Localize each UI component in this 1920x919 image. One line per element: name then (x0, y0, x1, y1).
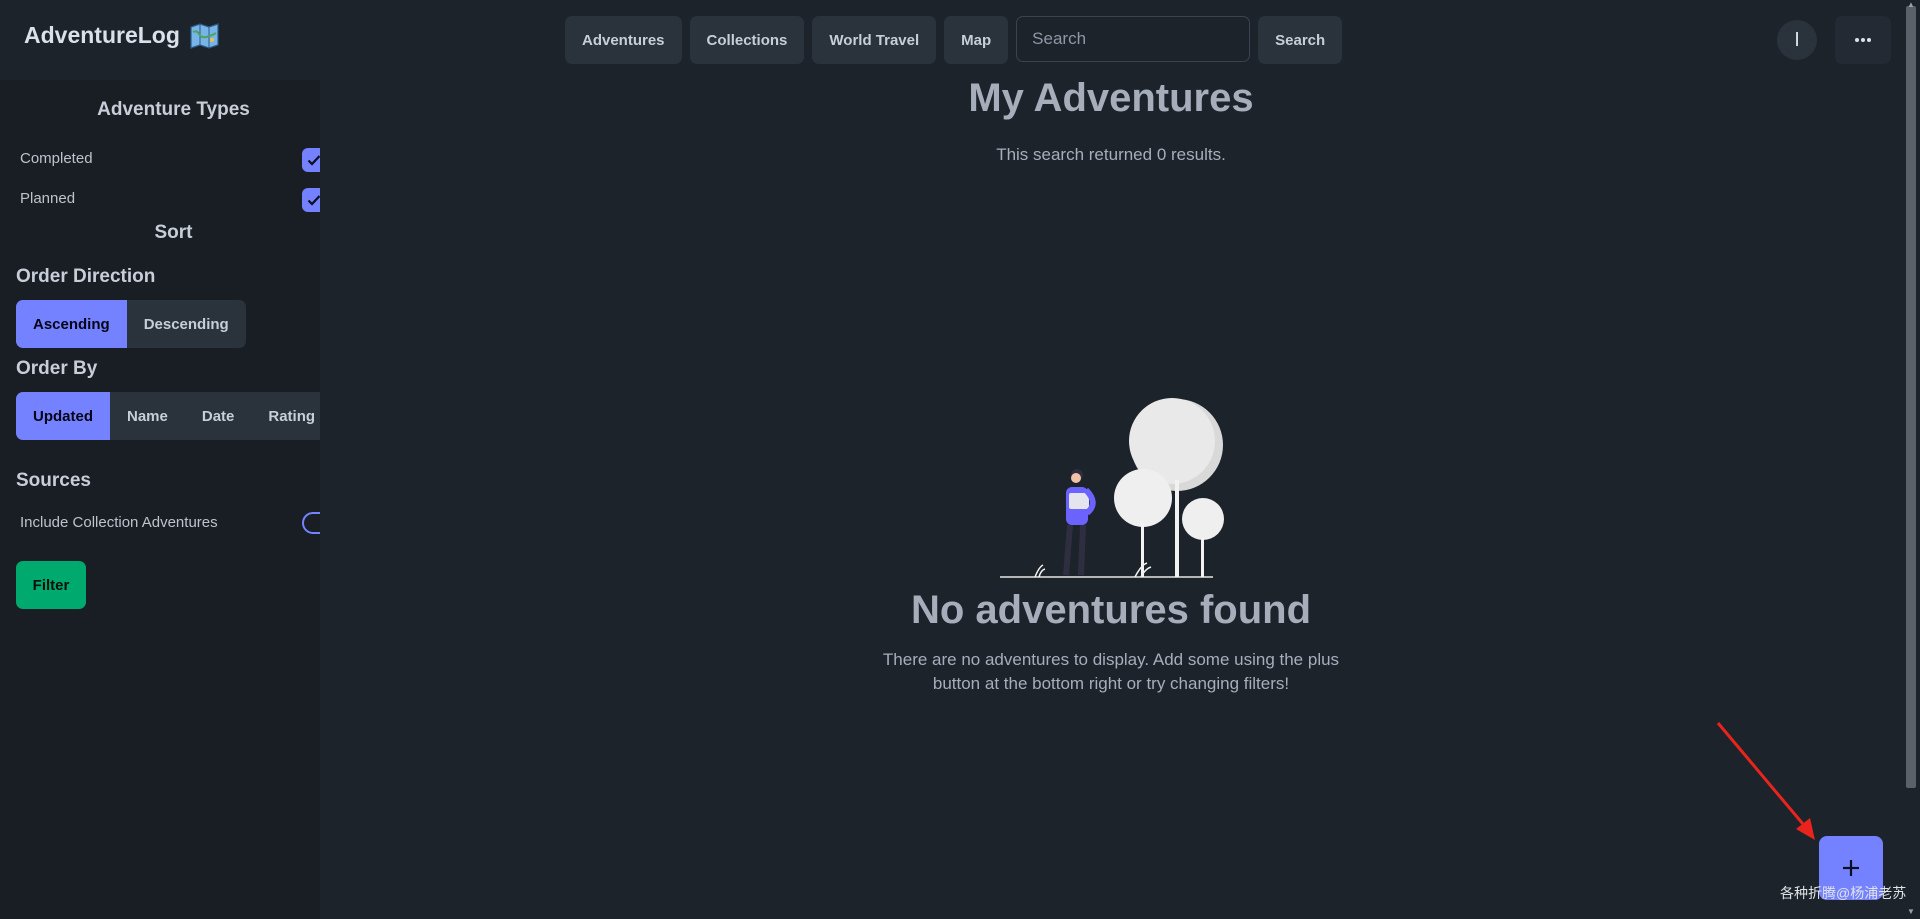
empty-state-description: There are no adventures to display. Add … (882, 650, 1340, 693)
order-by-label: Order By (16, 358, 98, 379)
nav-links: Adventures Collections World Travel Map … (565, 16, 1343, 64)
ascending-button[interactable]: Ascending (16, 300, 127, 348)
search-box (1016, 16, 1256, 62)
sort-title: Sort (154, 222, 193, 243)
nav-map-button[interactable]: Map (944, 16, 1009, 64)
brand[interactable]: AdventureLog (24, 22, 220, 49)
nav-collections-button[interactable]: Collections (689, 16, 805, 64)
descending-button[interactable]: Descending (126, 300, 246, 348)
more-menu-button[interactable] (1835, 16, 1891, 64)
order-date-button[interactable]: Date (184, 392, 252, 440)
order-updated-button[interactable]: Updated (16, 392, 110, 440)
completed-checkbox[interactable] (302, 148, 320, 172)
order-rating-button[interactable]: Rating (251, 392, 320, 440)
check-icon (307, 155, 320, 166)
brand-name[interactable]: AdventureLog (24, 22, 180, 49)
order-name-button[interactable]: Name (110, 392, 185, 440)
annotation-arrow-icon (1716, 722, 1815, 840)
search-button[interactable]: Search (1258, 16, 1343, 64)
adventure-types-title: Adventure Types (97, 99, 250, 120)
empty-state-illustration (1000, 398, 1224, 578)
scroll-down-icon[interactable]: ▼ (1907, 907, 1915, 916)
results-count: This search returned 0 results. (996, 145, 1226, 164)
page-title: My Adventures (968, 76, 1254, 120)
check-icon (307, 195, 320, 206)
sources-label: Sources (16, 470, 91, 491)
nav-world-travel-button[interactable]: World Travel (812, 16, 937, 64)
include-collection-toggle[interactable] (302, 512, 320, 534)
scrollbar-thumb[interactable] (1906, 6, 1916, 788)
order-direction-label: Order Direction (16, 266, 156, 287)
ellipsis-icon (1855, 38, 1871, 42)
order-by-group: Updated Name Date Rating (16, 392, 320, 440)
avatar[interactable]: I (1777, 20, 1817, 60)
map-icon (190, 22, 219, 49)
watermark: 各种折腾@杨浦老苏 (1780, 885, 1907, 901)
nav-adventures-button[interactable]: Adventures (565, 16, 682, 64)
planned-checkbox[interactable] (302, 188, 320, 212)
order-direction-group: Ascending Descending (16, 300, 246, 348)
search-input[interactable] (1017, 28, 1256, 50)
include-collection-label: Include Collection Adventures (20, 514, 218, 531)
navbar: AdventureLog Adventures Collections Worl… (0, 0, 1920, 80)
filter-sidebar: Adventure Types Completed Planned Sort O… (0, 80, 320, 919)
type-planned-label: Planned (20, 190, 76, 207)
filter-button[interactable]: Filter (16, 561, 86, 609)
empty-state-title: No adventures found (910, 588, 1312, 632)
plus-icon (1843, 860, 1859, 876)
scroll-up-icon[interactable]: ▲ (1907, 0, 1915, 9)
type-completed-label: Completed (20, 150, 93, 167)
